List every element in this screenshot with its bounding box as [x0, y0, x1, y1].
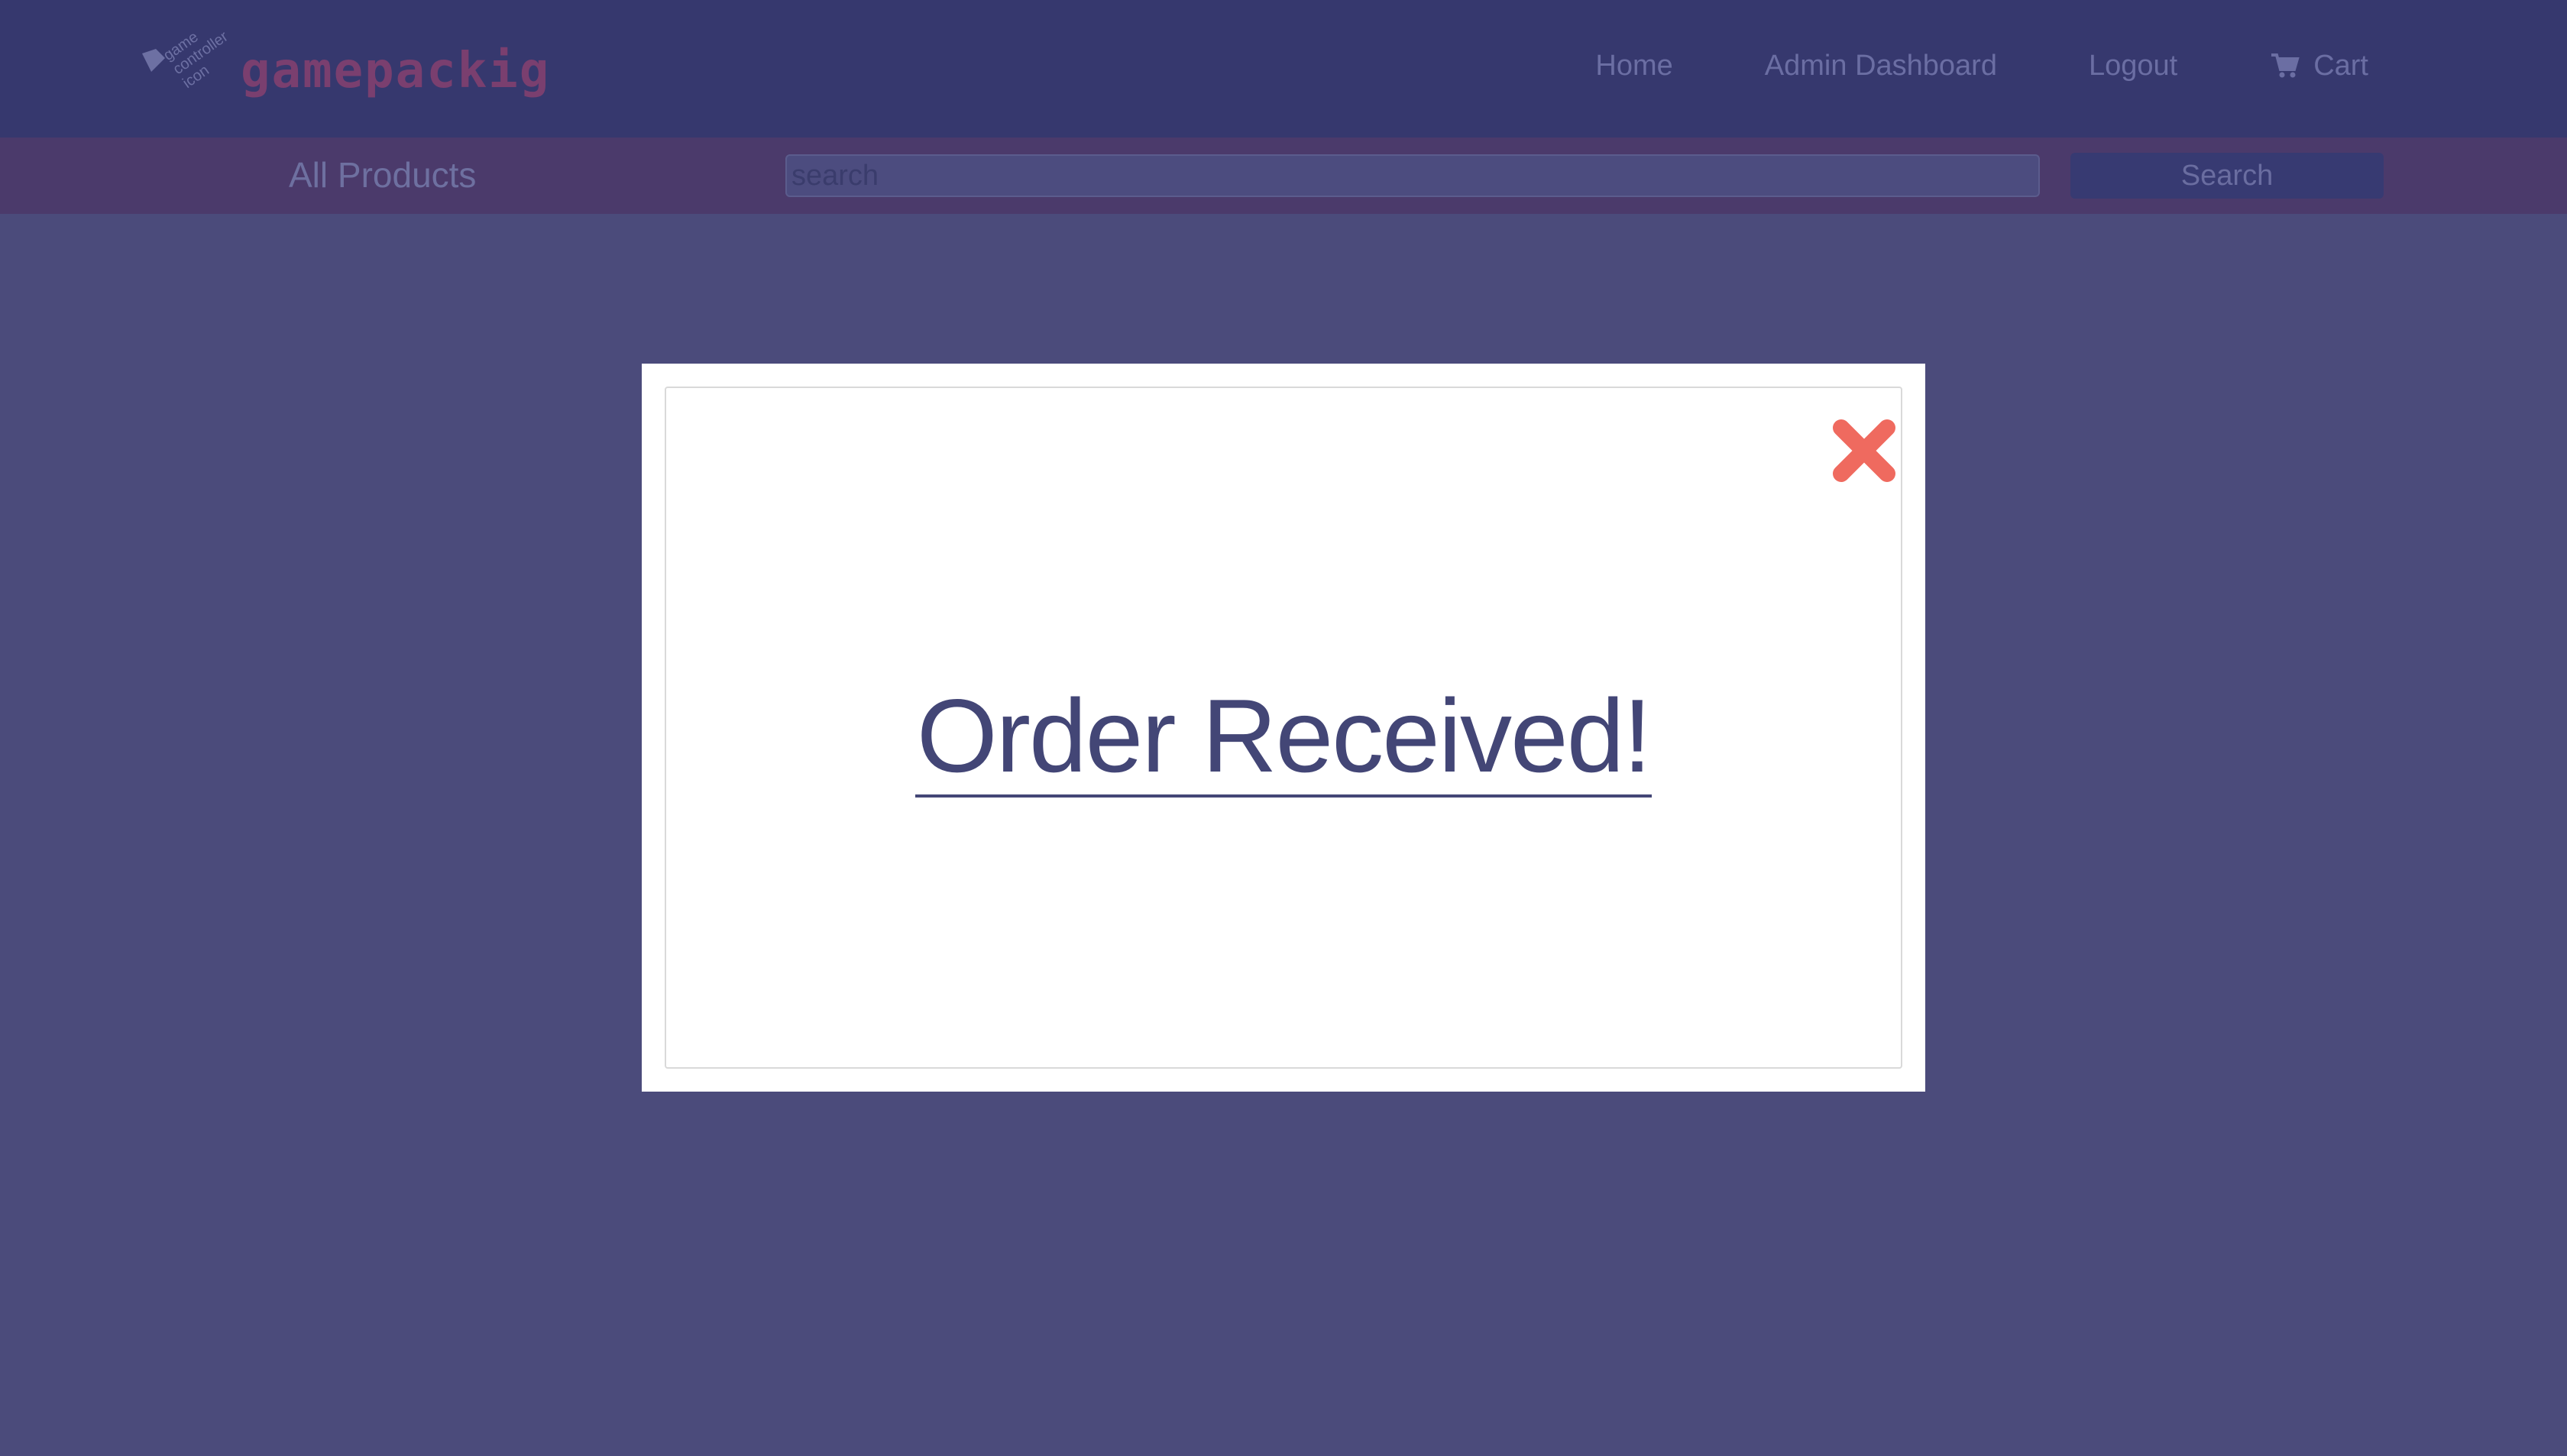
- modal-content: Order Received!: [665, 387, 1902, 1069]
- close-button[interactable]: [1829, 416, 1899, 486]
- modal-title: Order Received!: [666, 678, 1901, 798]
- order-confirmation-modal: Order Received!: [642, 364, 1925, 1092]
- close-icon: [1833, 419, 1895, 482]
- page: game controller icon gamepackig Home Adm…: [0, 0, 2567, 1456]
- order-received-text: Order Received!: [914, 678, 1652, 798]
